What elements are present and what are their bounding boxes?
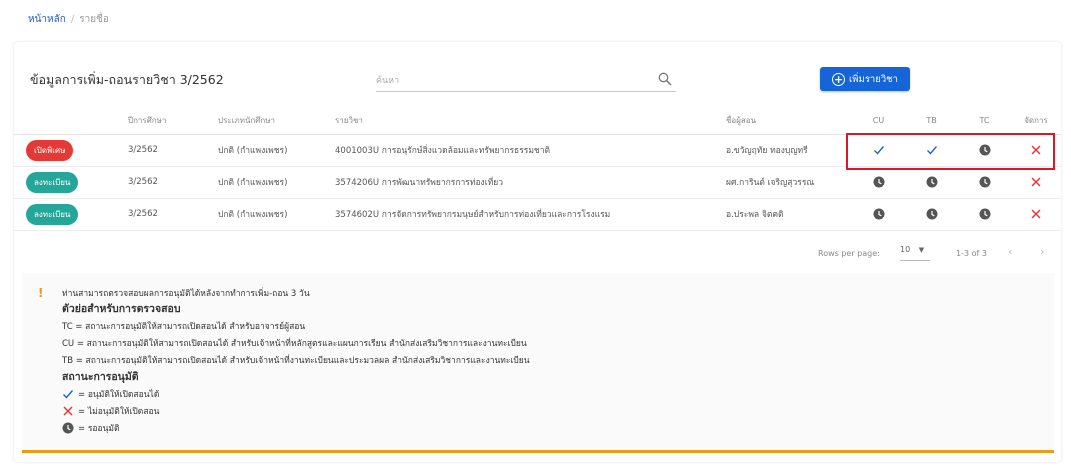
add-course-label: เพิ่มรายวิชา <box>849 73 898 85</box>
col-teacher-header: ชื่อผู้สอน <box>726 108 852 135</box>
add-course-button[interactable]: + เพิ่มรายวิชา <box>820 67 910 91</box>
rows-per-page-select[interactable]: 10 ▼ <box>900 245 930 261</box>
breadcrumb: หน้าหลัก / รายชื่อ <box>28 12 109 27</box>
course-cell: 3574206U การพัฒนาทรัพยากรการท่องเที่ยว <box>335 166 726 199</box>
legend-rejected-text: = ไม่อนุมัติให้เปิดสอน <box>78 407 160 417</box>
next-page-icon[interactable]: › <box>1040 245 1044 258</box>
col-tb-header: TB <box>905 108 958 135</box>
rows-per-page-label: Rows per page: <box>818 249 880 258</box>
caret-down-icon: ▼ <box>918 246 925 254</box>
clock-icon <box>926 208 938 220</box>
type-cell: ปกติ (กำแพงเพชร) <box>218 134 335 167</box>
search-icon[interactable] <box>658 72 672 86</box>
type-cell: ปกติ (กำแพงเพชร) <box>218 198 335 231</box>
clock-icon <box>979 176 991 188</box>
table-header-row: ปีการศึกษา ประเภทนักศึกษา รายวิชา ชื่อผู… <box>14 108 1061 135</box>
status-heading: สถานะการอนุมัติ <box>62 371 139 383</box>
search-box <box>376 68 676 92</box>
year-cell: 3/2562 <box>128 198 218 231</box>
year-cell: 3/2562 <box>128 134 218 167</box>
cu-description: CU = สถานะการอนุมัติให้สามารถเปิดสอนได้ … <box>62 339 527 349</box>
add-circle-icon: + <box>832 72 846 86</box>
course-cell: 4001003U การอนุรักษ์สิ่งแวดล้อมและทรัพยา… <box>335 134 726 167</box>
breadcrumb-home-link[interactable]: หน้าหลัก <box>28 14 66 25</box>
clock-icon <box>979 208 991 220</box>
delete-icon[interactable] <box>1030 209 1042 220</box>
close-icon <box>63 406 73 416</box>
legend-rejected: = ไม่อนุมัติให้เปิดสอน <box>62 404 159 418</box>
info-panel: ! ท่านสามารถตรวจสอบผลการอนุมัติได้หลังจา… <box>22 273 1054 453</box>
col-type-header: ประเภทนักศึกษา <box>218 108 335 135</box>
breadcrumb-separator: / <box>70 14 75 25</box>
rows-per-page-value: 10 <box>900 245 911 254</box>
clock-icon <box>873 176 885 188</box>
prev-page-icon[interactable]: ‹ <box>1008 245 1012 258</box>
status-chip[interactable]: ลงทะเบียน <box>26 203 79 225</box>
status-chip[interactable]: เปิดพิเศษ <box>26 139 74 161</box>
col-year-header: ปีการศึกษา <box>128 108 218 135</box>
legend-pending: = รออนุมัติ <box>62 421 120 435</box>
search-input[interactable] <box>376 70 646 92</box>
table-row: ลงทะเบียน 3/2562 ปกติ (กำแพงเพชร) 357460… <box>14 198 1061 231</box>
col-status-header <box>14 108 128 135</box>
abbr-heading: ตัวย่อสำหรับการตรวจสอบ <box>62 303 181 315</box>
col-tc-header: TC <box>958 108 1011 135</box>
legend-pending-text: = รออนุมัติ <box>78 424 120 434</box>
content-card: ข้อมูลการเพิ่ม-ถอนรายวิชา 3/2562 + เพิ่ม… <box>14 42 1061 462</box>
type-cell: ปกติ (กำแพงเพชร) <box>218 166 335 199</box>
page-title: ข้อมูลการเพิ่ม-ถอนรายวิชา 3/2562 <box>30 72 224 87</box>
delete-icon[interactable] <box>1030 177 1042 188</box>
clock-icon <box>62 422 74 434</box>
course-cell: 3574602U การจัดการทรัพยากรมนุษย์สำหรับกา… <box>335 198 726 231</box>
table-row: ลงทะเบียน 3/2562 ปกติ (กำแพงเพชร) 357420… <box>14 166 1061 199</box>
col-manage-header: จัดการ <box>1011 108 1061 135</box>
teacher-cell: ผศ.การินต์ เจริญสุวรรณ <box>726 166 852 199</box>
status-chip[interactable]: ลงทะเบียน <box>26 171 79 193</box>
highlight-box <box>846 133 1055 170</box>
warning-text: ท่านสามารถตรวจสอบผลการอนุมัติได้หลังจากท… <box>62 289 310 299</box>
tb-description: TB = สถานะการอนุมัติให้สามารถเปิดสอนได้ … <box>62 356 530 366</box>
warning-icon: ! <box>38 286 44 300</box>
breadcrumb-current: รายชื่อ <box>79 14 109 25</box>
legend-approved: = อนุมัติให้เปิดสอนได้ <box>62 387 159 401</box>
teacher-cell: อ.ขวัญฤทัย ทองบุญทรี <box>726 134 852 167</box>
check-icon <box>63 390 74 399</box>
col-course-header: รายวิชา <box>335 108 726 135</box>
clock-icon <box>873 208 885 220</box>
clock-icon <box>926 176 938 188</box>
teacher-cell: อ.ประพล จิตคติ <box>726 198 852 231</box>
tc-description: TC = สถานะการอนุมัติให้สามารถเปิดสอนได้ … <box>62 322 306 332</box>
year-cell: 3/2562 <box>128 166 218 199</box>
legend-approved-text: = อนุมัติให้เปิดสอนได้ <box>78 390 160 400</box>
col-cu-header: CU <box>852 108 905 135</box>
pagination-range: 1-3 of 3 <box>956 249 987 258</box>
